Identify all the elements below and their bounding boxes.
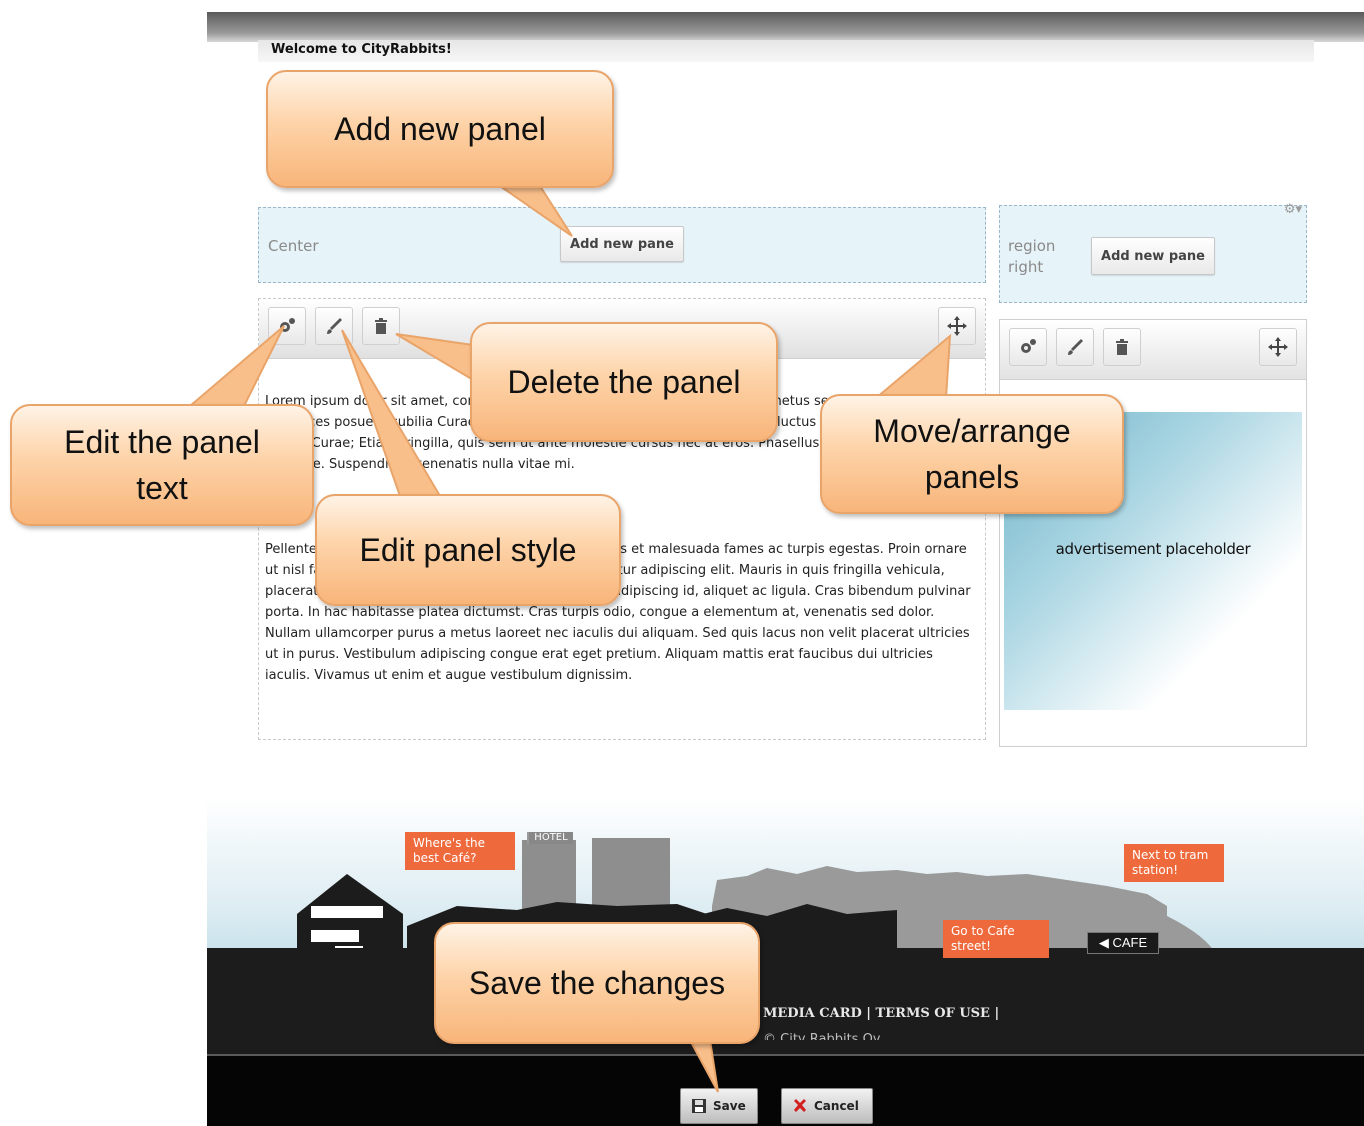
advertisement-text: advertisement placeholder <box>1055 540 1251 558</box>
delete-trash-icon[interactable] <box>362 307 400 345</box>
region-right-label-line2: right <box>1008 258 1044 276</box>
callout-edit-panel-style: Edit panel style <box>315 494 621 606</box>
copyright-text: © City Rabbits Oy <box>763 1032 881 1040</box>
footer-city-scene: Where's the best Café? HOTEL Next to tra… <box>207 796 1364 1126</box>
cancel-button[interactable]: Cancel <box>781 1088 873 1124</box>
hotel-sign: HOTEL <box>529 832 573 844</box>
panel-right-toolbar <box>1000 320 1306 380</box>
edit-text-gear-icon[interactable] <box>268 307 306 345</box>
save-button-label: Save <box>713 1099 746 1113</box>
edit-style-brush-icon[interactable] <box>315 307 353 345</box>
region-right-label-line1: region <box>1008 237 1056 255</box>
region-right: region right Add new pane ⚙▾ <box>999 202 1307 303</box>
callout-delete-panel: Delete the panel <box>470 322 778 442</box>
floppy-disk-icon <box>692 1099 706 1113</box>
panel-right: advertisement placeholder <box>999 319 1307 747</box>
bubble-cafe-street: Go to Cafe street! <box>943 920 1049 958</box>
top-bar <box>207 12 1364 42</box>
cancel-button-label: Cancel <box>814 1099 859 1113</box>
cafe-sign: ◀ CAFE <box>1087 932 1159 954</box>
footer-links[interactable]: MEDIA CARD | TERMS OF USE | <box>763 1006 999 1021</box>
save-button[interactable]: Save <box>680 1088 758 1124</box>
region-settings-gear-icon[interactable]: ⚙▾ <box>1284 202 1302 217</box>
bubble-tram-station: Next to tram station! <box>1124 844 1224 882</box>
callout-save-changes: Save the changes <box>434 922 760 1044</box>
add-new-pane-button-right[interactable]: Add new pane <box>1091 237 1215 275</box>
move-arrows-icon-right[interactable] <box>1259 328 1297 366</box>
add-new-pane-button-center[interactable]: Add new pane <box>560 226 684 262</box>
edit-style-brush-icon-right[interactable] <box>1056 328 1094 366</box>
bubble-best-cafe: Where's the best Café? <box>405 832 515 870</box>
edit-text-gear-icon-right[interactable] <box>1009 328 1047 366</box>
move-arrows-icon[interactable] <box>938 307 976 345</box>
callout-edit-panel-text: Edit the panel text <box>10 404 314 526</box>
red-x-icon <box>794 1099 806 1112</box>
region-center-label: Center <box>268 237 319 255</box>
callout-move-arrange-panels: Move/arrange panels <box>820 394 1124 514</box>
welcome-message: Welcome to CityRabbits! <box>258 40 1314 62</box>
callout-add-new-panel: Add new panel <box>266 70 614 188</box>
region-center: Center Add new pane <box>258 207 986 283</box>
delete-trash-icon-right[interactable] <box>1103 328 1141 366</box>
